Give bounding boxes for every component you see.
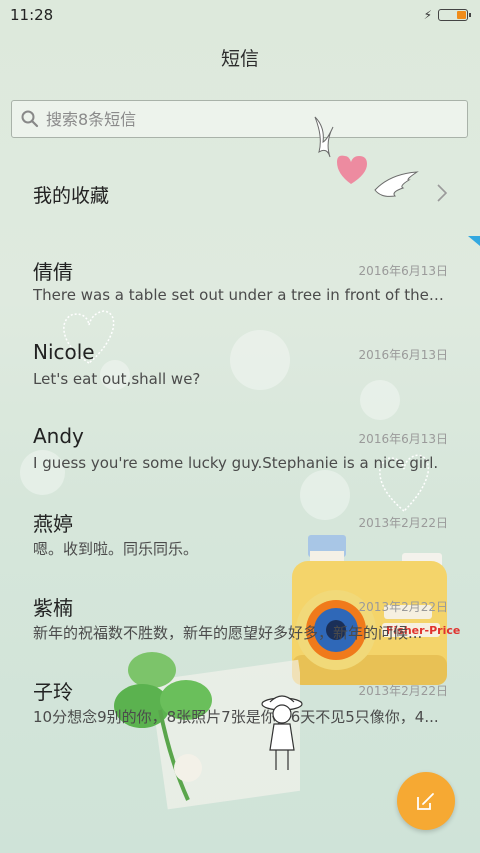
charging-icon: ⚡ [423,8,432,22]
thread-row[interactable]: Andy 2016年6月13日 I guess you're some luck… [0,424,480,494]
thread-date: 2016年6月13日 [358,348,448,362]
thread-date: 2016年6月13日 [358,264,448,278]
compose-button[interactable] [397,772,455,830]
thread-snippet: 新年的祝福数不胜数，新年的愿望好多好多，新年的问候... [33,624,423,642]
thread-name: 紫楠 [33,596,73,620]
thread-name: Nicole [33,340,95,364]
thread-date: 2013年2月22日 [358,516,448,530]
status-icons: ⚡ [423,8,471,22]
battery-level [457,11,466,19]
compose-icon [417,793,434,810]
thread-snippet: There was a table set out under a tree i… [33,286,448,304]
thread-row[interactable]: 倩倩 2016年6月13日 There was a table set out … [0,256,480,326]
girl-sketch-decoration [261,695,303,770]
favorites-row[interactable]: 我的收藏 [0,168,480,220]
status-time: 11:28 [10,6,54,24]
thread-name: 倩倩 [33,260,73,284]
thread-name: 燕婷 [33,512,73,536]
thread-name: 子玲 [33,680,73,704]
chevron-right-icon [437,184,448,202]
thread-snippet: 10分想念9别的你，8张照片7张是你，6天不见5只像你，4... [33,708,439,726]
favorites-label: 我的收藏 [33,184,110,207]
thread-date: 2013年2月22日 [358,684,448,698]
thread-snippet: I guess you're some lucky guy.Stephanie … [33,454,439,472]
thread-row[interactable]: 子玲 2013年2月22日 10分想念9别的你，8张照片7张是你，6天不见5只像… [0,676,480,746]
thread-row[interactable]: Nicole 2016年6月13日 Let's eat out,shall we… [0,340,480,410]
search-icon [21,110,39,128]
thread-date: 2016年6月13日 [358,432,448,446]
thread-date: 2013年2月22日 [358,600,448,614]
battery-icon [438,9,471,21]
thread-snippet: Let's eat out,shall we? [33,370,201,388]
thread-name: Andy [33,424,84,448]
status-bar: 11:28 ⚡ [0,0,480,30]
page-title: 短信 [220,48,259,70]
corner-marker [468,236,480,246]
